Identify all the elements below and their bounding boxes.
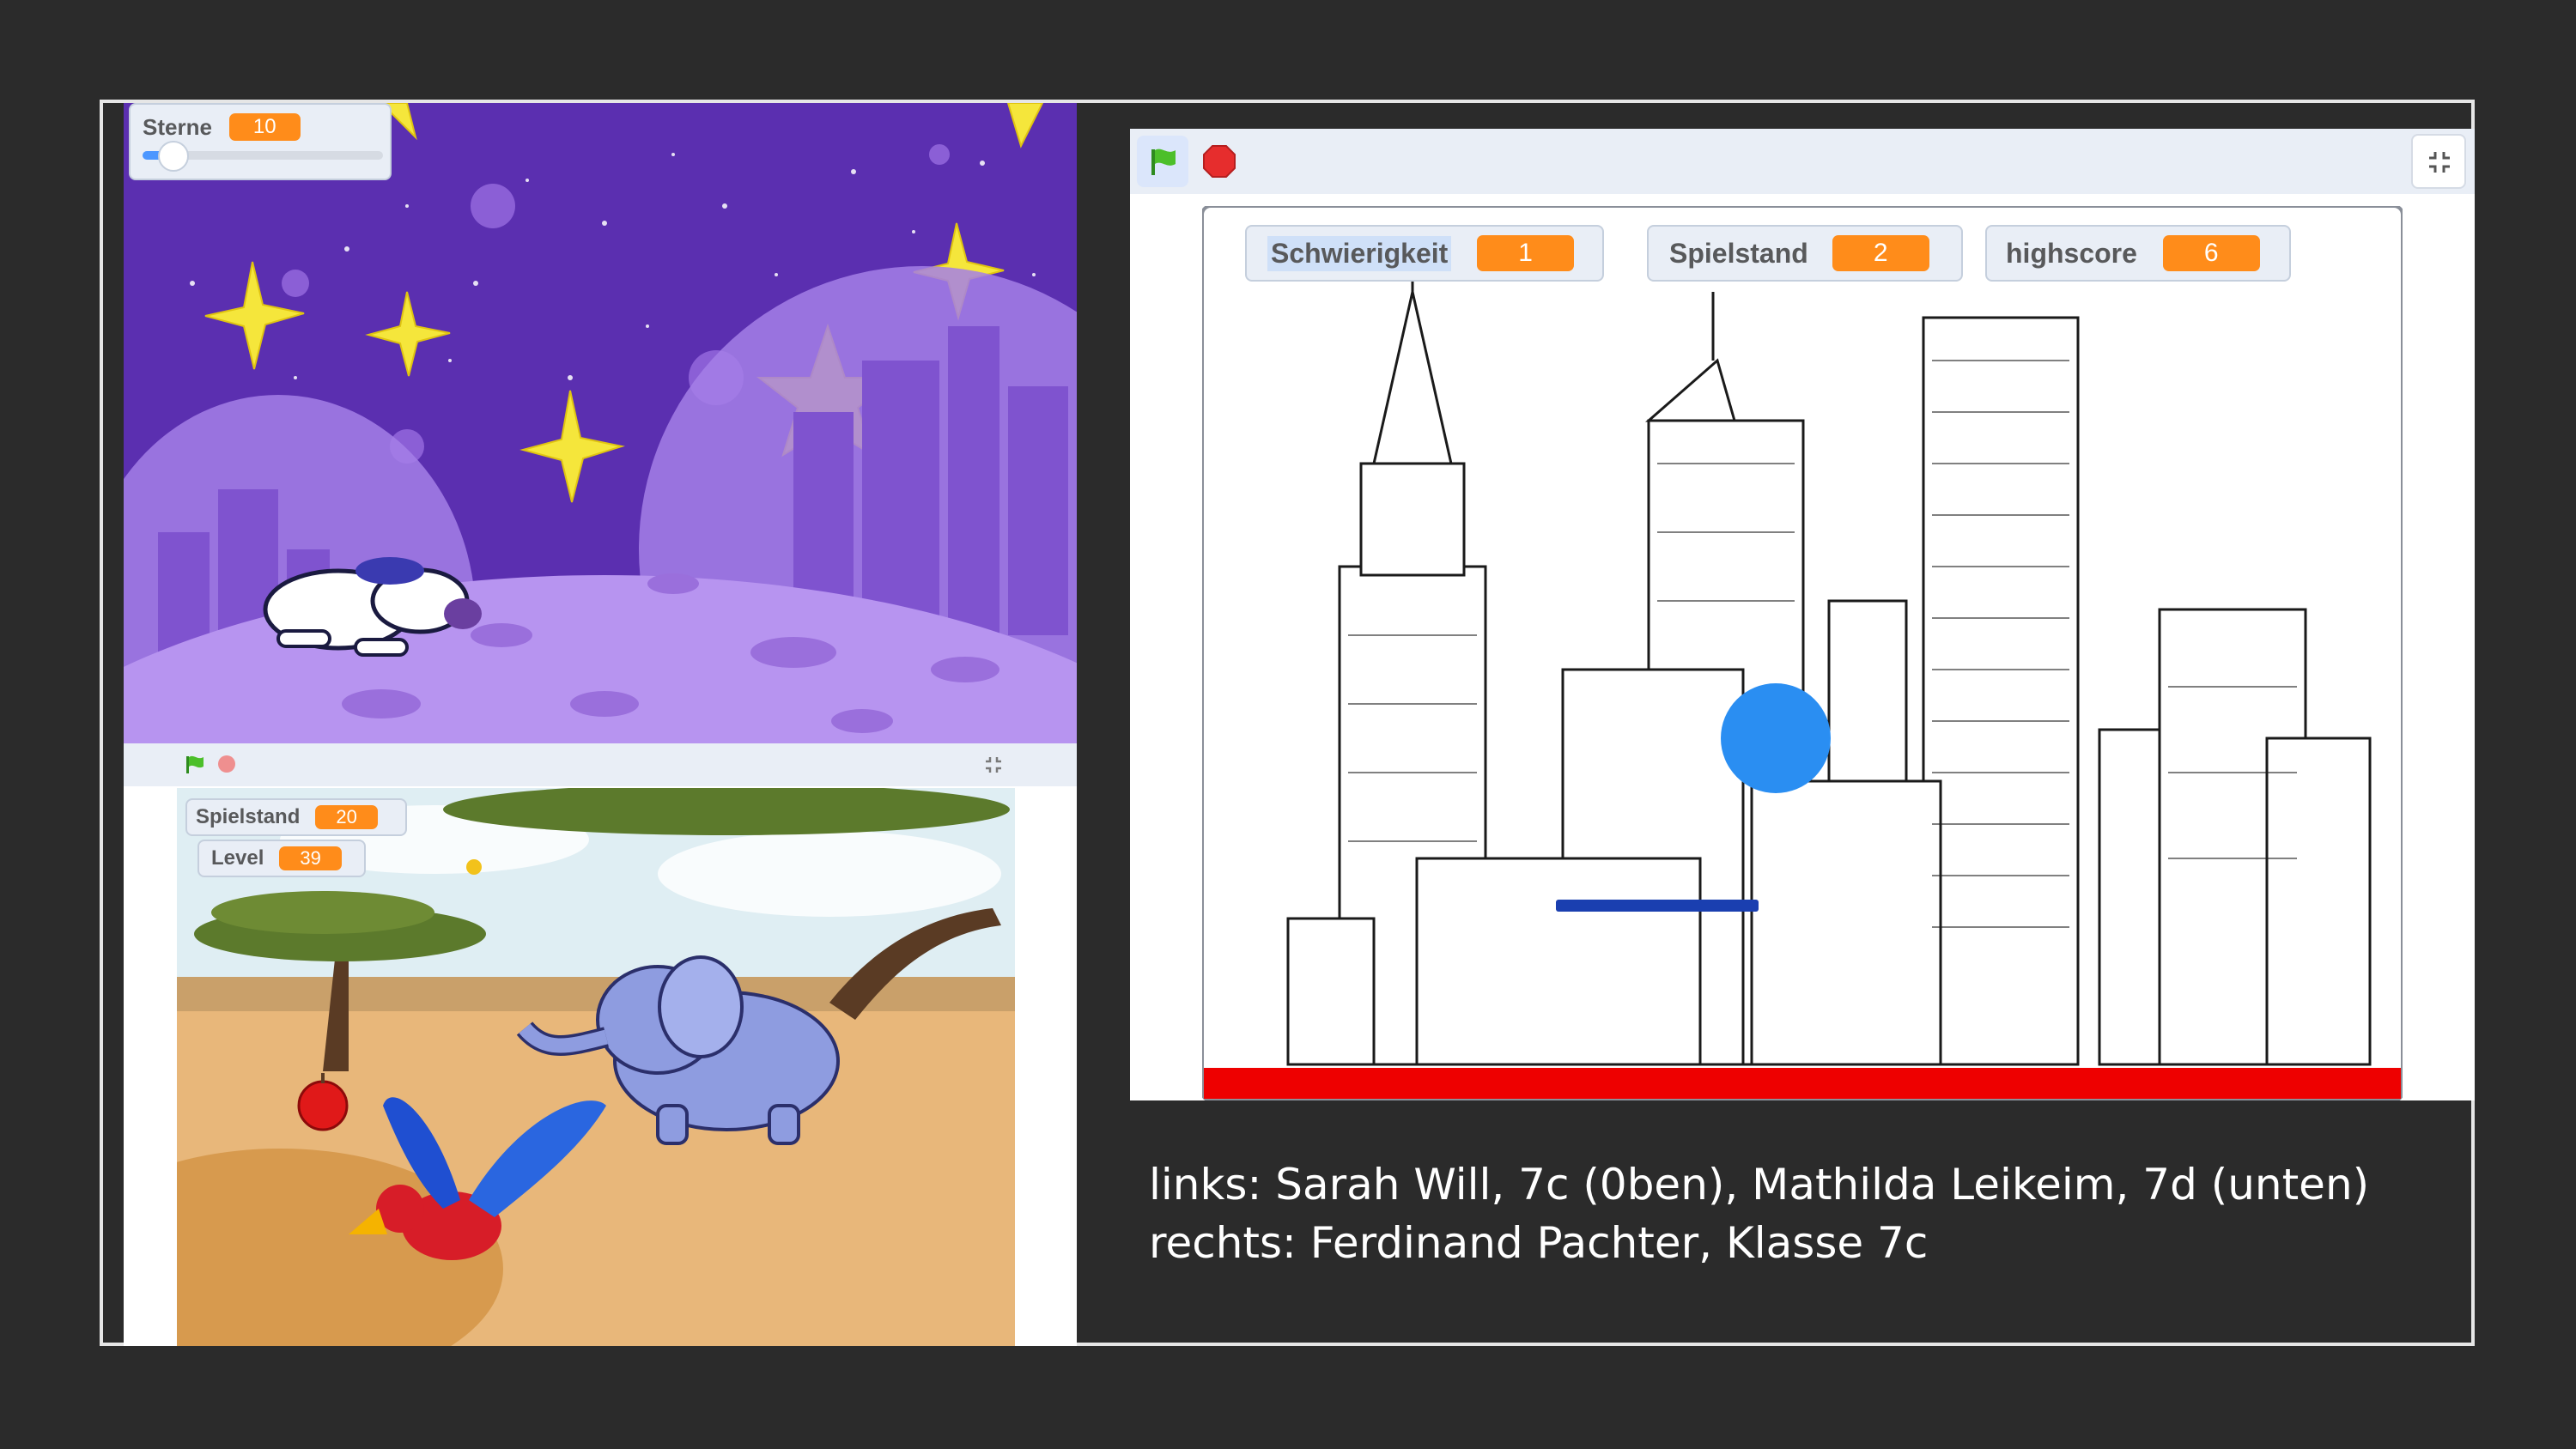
green-flag-icon bbox=[1151, 149, 1176, 175]
spielstand-label: Spielstand bbox=[196, 805, 301, 828]
highscore-value: 6 bbox=[2162, 235, 2260, 271]
caption-line-left: links: Sarah Will, 7c (0ben), Mathilda L… bbox=[1149, 1160, 2370, 1210]
building-right-c bbox=[2265, 737, 2372, 1066]
spielstand-value: 20 bbox=[315, 805, 378, 829]
spielstand-monitor-right: Spielstand 2 bbox=[1647, 225, 1963, 282]
safari-toolbar bbox=[124, 743, 1077, 786]
sterne-slider[interactable] bbox=[143, 141, 383, 172]
green-flag-icon[interactable] bbox=[184, 754, 206, 776]
green-flag-button[interactable] bbox=[1137, 136, 1188, 187]
exit-fullscreen-icon bbox=[2429, 152, 2450, 173]
exit-fullscreen-icon[interactable] bbox=[982, 754, 1005, 776]
spielstand-label-right: Spielstand bbox=[1669, 237, 1808, 269]
highscore-label: highscore bbox=[2006, 237, 2137, 269]
space-backdrop bbox=[124, 103, 1077, 743]
schwierigkeit-monitor: Schwierigkeit 1 bbox=[1245, 225, 1604, 282]
level-value: 39 bbox=[279, 846, 342, 870]
sterne-label: Sterne bbox=[143, 113, 212, 140]
level-monitor: Level 39 bbox=[197, 840, 366, 877]
paddle-platform bbox=[1556, 900, 1759, 912]
schwierigkeit-label: Schwierigkeit bbox=[1267, 235, 1452, 271]
safari-project-window: Spielstand 20 Level 39 bbox=[124, 743, 1077, 1346]
building-low bbox=[1415, 857, 1702, 1066]
credits-caption: links: Sarah Will, 7c (0ben), Mathilda L… bbox=[1149, 1155, 2437, 1272]
ball-sprite bbox=[1721, 683, 1831, 793]
city-stage bbox=[1202, 206, 2403, 1100]
red-ground bbox=[1204, 1068, 2401, 1099]
sterne-monitor: Sterne 10 bbox=[129, 103, 392, 180]
level-label: Level bbox=[211, 846, 264, 870]
city-project-window: Schwierigkeit 1 Spielstand 2 highscore 6 bbox=[1130, 129, 2475, 1100]
city-toolbar bbox=[1130, 129, 2475, 194]
stop-icon[interactable] bbox=[1202, 144, 1236, 179]
skyscraper-tall bbox=[1922, 316, 2080, 1066]
spielstand-monitor-left: Spielstand 20 bbox=[185, 798, 407, 836]
sterne-value: 10 bbox=[228, 113, 301, 141]
stop-icon[interactable] bbox=[216, 754, 237, 774]
building-center-low bbox=[1750, 779, 1942, 1066]
building-left-low bbox=[1286, 917, 1376, 1066]
exit-fullscreen-button[interactable] bbox=[2411, 134, 2466, 189]
slider-handle[interactable] bbox=[158, 141, 189, 172]
highscore-monitor: highscore 6 bbox=[1985, 225, 2291, 282]
schwierigkeit-value: 1 bbox=[1477, 235, 1574, 271]
spielstand-value-right: 2 bbox=[1832, 235, 1929, 271]
space-project-stage: Sterne 10 bbox=[124, 103, 1077, 743]
caption-line-right: rechts: Ferdinand Pachter, Klasse 7c bbox=[1149, 1218, 1929, 1268]
